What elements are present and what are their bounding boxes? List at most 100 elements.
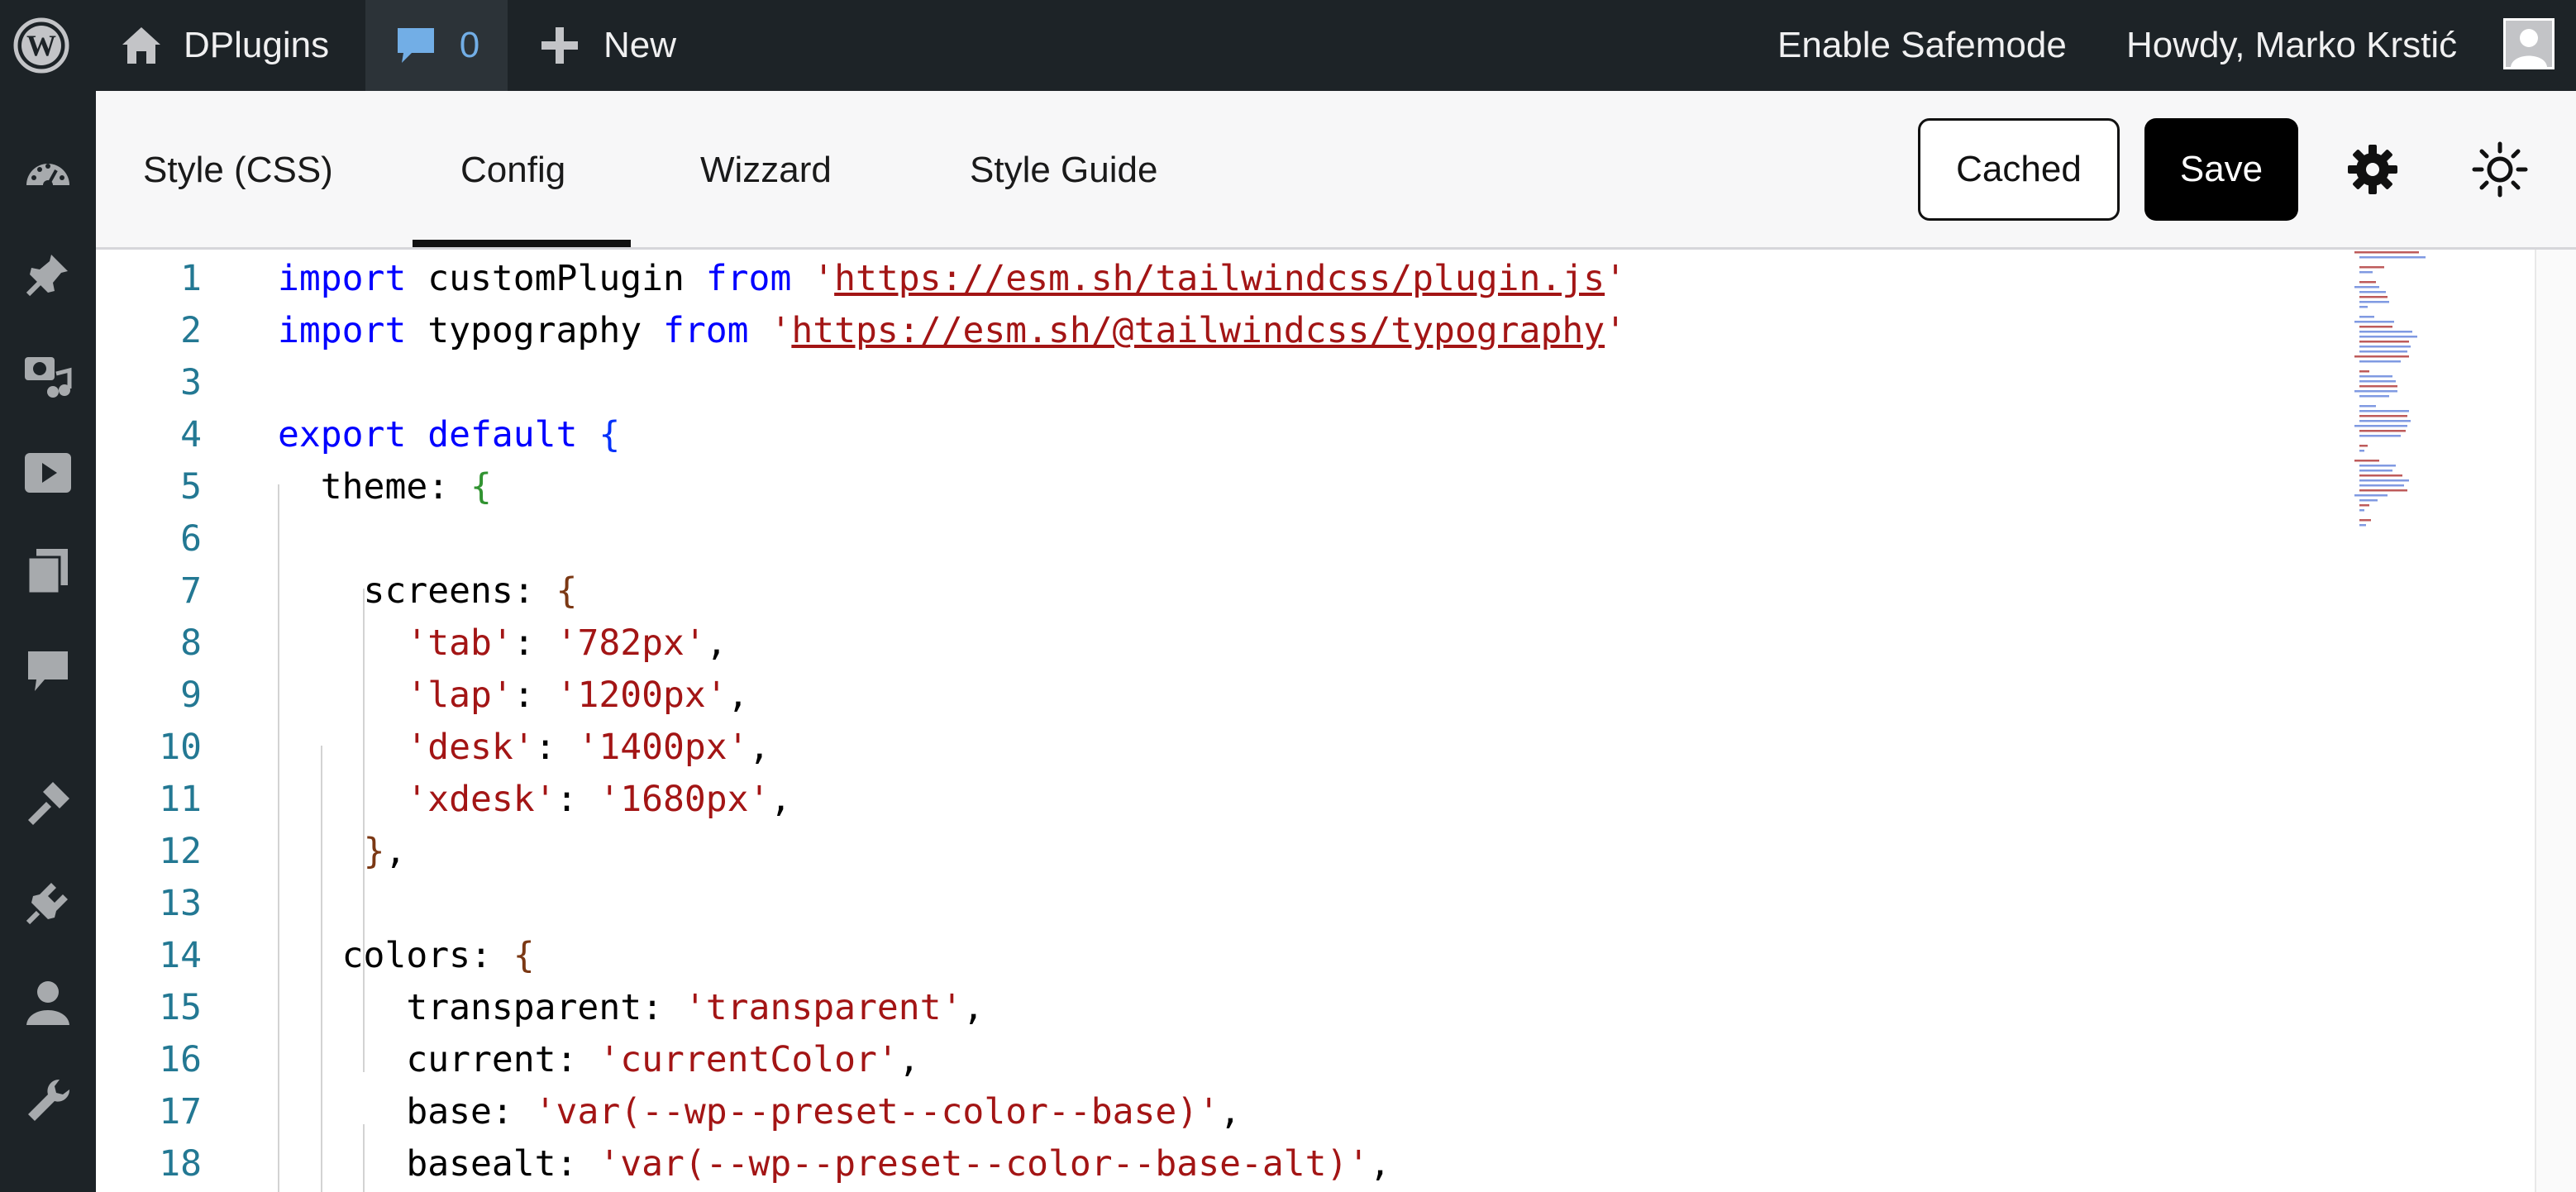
sidebar-item-posts[interactable] — [23, 250, 73, 299]
code-line[interactable]: 3 — [96, 357, 2427, 409]
editor-scrollbar[interactable] — [2535, 250, 2576, 1192]
enable-safemode-link[interactable]: Enable Safemode — [1777, 0, 2067, 91]
code-token: } — [363, 831, 385, 872]
minimap-line — [2359, 450, 2364, 452]
line-number: 12 — [159, 831, 202, 872]
code-token: default — [427, 414, 578, 455]
avatar[interactable] — [2503, 18, 2555, 69]
code-line[interactable]: 12 }, — [96, 826, 2427, 878]
line-number: 7 — [180, 570, 202, 612]
minimap-line — [2359, 420, 2411, 422]
minimap-line — [2359, 410, 2409, 412]
code-token: 'currentColor' — [599, 1039, 899, 1080]
code-token: '1200px' — [556, 675, 727, 716]
sidebar-item-appearance[interactable] — [23, 779, 73, 828]
line-number: 6 — [180, 518, 202, 560]
code-text: base: 'var(--wp--preset--color--base)', — [278, 1086, 1241, 1138]
sidebar-item-comments[interactable] — [23, 646, 73, 696]
theme-toggle-button[interactable] — [2469, 138, 2531, 201]
code-token: , — [705, 622, 727, 664]
code-editor[interactable]: 1 import customPlugin from 'https://esm.s… — [96, 250, 2535, 1192]
minimap-line — [2359, 316, 2374, 318]
comment-icon — [28, 651, 68, 691]
code-line[interactable]: 8 'tab': '782px', — [96, 617, 2427, 670]
tab-style-css[interactable]: Style (CSS) — [143, 91, 333, 250]
sidebar-item-pages[interactable] — [23, 547, 73, 597]
code-line[interactable]: 2 import typography from 'https://esm.sh/… — [96, 305, 2427, 357]
comments-link[interactable]: 0 — [365, 0, 508, 91]
code-text: 'desk': '1400px', — [278, 722, 770, 774]
code-token: https://esm.sh/tailwindcss/plugin.js — [834, 258, 1605, 299]
minimap-line — [2359, 445, 2368, 447]
cached-button[interactable]: Cached — [1918, 118, 2120, 221]
sidebar-item-video[interactable] — [23, 448, 73, 498]
code-token: theme: — [278, 466, 470, 508]
line-number: 5 — [180, 466, 202, 508]
code-line[interactable]: 6 — [96, 513, 2427, 565]
code-text: 'lap': '1200px', — [278, 670, 748, 722]
sidebar-item-tools[interactable] — [23, 1076, 73, 1126]
code-token: current: — [278, 1039, 599, 1080]
minimap-line — [2359, 380, 2396, 383]
line-number: 9 — [180, 675, 202, 716]
code-token: : — [513, 622, 556, 664]
code-token: 'desk' — [406, 727, 535, 768]
line-number: 10 — [159, 727, 202, 768]
code-line[interactable]: 17 base: 'var(--wp--preset--color--base)… — [96, 1086, 2427, 1138]
tab-config[interactable]: Config — [460, 91, 565, 250]
code-token: colors: — [278, 935, 513, 976]
minimap-line — [2359, 341, 2409, 343]
code-token: 'lap' — [406, 675, 513, 716]
code-line[interactable]: 10 'desk': '1400px', — [96, 722, 2427, 774]
save-button[interactable]: Save — [2144, 118, 2298, 221]
code-line[interactable]: 13 — [96, 878, 2427, 930]
code-line[interactable]: 4 export default { — [96, 409, 2427, 461]
media-camera-music-icon — [25, 357, 72, 398]
code-line[interactable]: 15 transparent: 'transparent', — [96, 982, 2427, 1034]
minimap-line — [2359, 336, 2417, 338]
line-number: 14 — [159, 935, 202, 976]
code-line[interactable]: 5 theme: { — [96, 461, 2427, 513]
sidebar-item-dashboard[interactable] — [23, 150, 73, 200]
code-minimap[interactable] — [2353, 250, 2452, 531]
paintbrush-icon — [28, 782, 69, 825]
minimap-line — [2359, 346, 2411, 348]
minimap-line — [2359, 509, 2364, 512]
code-text: screens: { — [278, 565, 578, 617]
code-token: , — [1219, 1091, 1241, 1132]
minimap-line — [2354, 460, 2379, 462]
tab-style-guide[interactable]: Style Guide — [970, 91, 1157, 250]
code-line[interactable]: 7 screens: { — [96, 565, 2427, 617]
minimap-line — [2359, 415, 2407, 417]
settings-button[interactable] — [2341, 138, 2404, 201]
site-name-link[interactable]: DPlugins — [98, 0, 385, 91]
sidebar-item-users[interactable] — [23, 977, 73, 1027]
howdy-user-link[interactable]: Howdy, Marko Krstić — [2126, 0, 2457, 91]
minimap-line — [2359, 395, 2389, 398]
wordpress-logo-button[interactable]: W — [0, 0, 83, 91]
code-line[interactable]: 14 colors: { — [96, 930, 2427, 982]
code-token: '1680px' — [599, 779, 770, 820]
code-text: import typography from 'https://esm.sh/@… — [278, 305, 1626, 357]
code-token: , — [898, 1039, 920, 1080]
code-token: 'transparent' — [684, 987, 963, 1028]
sidebar-item-media[interactable] — [23, 349, 73, 398]
line-number: 13 — [159, 883, 202, 924]
dashboard-gauge-icon — [26, 164, 69, 190]
active-tab-indicator — [413, 240, 631, 247]
code-token: ' — [1605, 310, 1627, 351]
code-line[interactable]: 9 'lap': '1200px', — [96, 670, 2427, 722]
minimap-line — [2354, 390, 2397, 393]
tab-wizzard[interactable]: Wizzard — [700, 91, 832, 250]
code-line[interactable]: 1 import customPlugin from 'https://esm.s… — [96, 253, 2427, 305]
code-line[interactable]: 18 basealt: 'var(--wp--preset--color--ba… — [96, 1138, 2427, 1190]
code-line[interactable]: 16 current: 'currentColor', — [96, 1034, 2427, 1086]
minimap-line — [2359, 301, 2389, 303]
code-token: 'tab' — [406, 622, 513, 664]
code-line[interactable]: 11 'xdesk': '1680px', — [96, 774, 2427, 826]
sidebar-item-plugins[interactable] — [23, 878, 73, 927]
new-content-link[interactable]: New — [518, 0, 729, 91]
minimap-line — [2359, 326, 2392, 328]
